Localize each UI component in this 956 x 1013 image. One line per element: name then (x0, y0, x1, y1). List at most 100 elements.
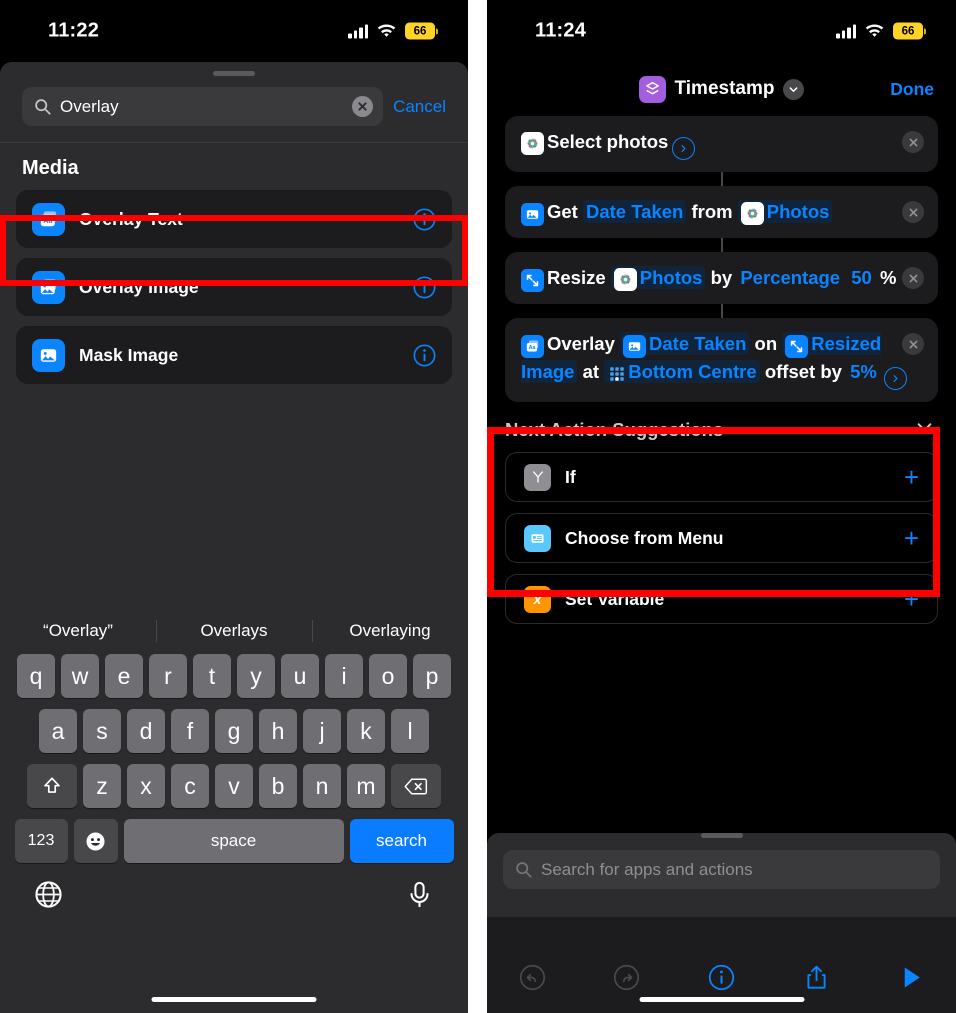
photos-app-icon (740, 202, 764, 225)
suggestion-row-set-variable[interactable]: x Set Variable + (505, 574, 938, 625)
variable-token-date-taken[interactable]: Date Taken (620, 332, 750, 359)
emoji-icon[interactable] (73, 819, 118, 863)
remove-action-icon[interactable] (902, 201, 924, 223)
suggestions-title: Next Action Suggestions (505, 419, 724, 441)
play-icon[interactable] (896, 963, 926, 993)
shift-icon[interactable] (27, 764, 77, 808)
key-e[interactable]: e (105, 654, 143, 698)
sheet-grabber[interactable] (700, 833, 743, 838)
key-m[interactable]: m (347, 764, 385, 808)
microphone-icon[interactable] (405, 880, 434, 914)
action-card-resize-image[interactable]: Resize Photos by Percentage 50 % (505, 252, 938, 305)
suggestion-label: If (565, 466, 576, 487)
home-indicator (151, 997, 317, 1002)
grid-position-icon (607, 365, 626, 384)
key-c[interactable]: c (171, 764, 209, 808)
key-h[interactable]: h (259, 709, 297, 753)
svg-text:Aa: Aa (529, 345, 537, 351)
key-p[interactable]: p (413, 654, 451, 698)
key-a[interactable]: a (39, 709, 77, 753)
key-v[interactable]: v (215, 764, 253, 808)
key-y[interactable]: y (237, 654, 275, 698)
info-icon[interactable] (707, 963, 737, 993)
set-variable-icon: x (524, 585, 551, 613)
add-icon[interactable]: + (904, 525, 919, 551)
result-row-mask-image[interactable]: Mask Image (16, 326, 452, 384)
key-i[interactable]: i (325, 654, 363, 698)
key-z[interactable]: z (83, 764, 121, 808)
cancel-button[interactable]: Cancel (393, 97, 454, 117)
remove-action-icon[interactable] (902, 333, 924, 356)
key-l[interactable]: l (391, 709, 429, 753)
add-icon[interactable]: + (904, 586, 919, 612)
parameter-position-label: Bottom Centre (628, 361, 757, 383)
remove-action-icon[interactable] (902, 267, 924, 290)
key-o[interactable]: o (369, 654, 407, 698)
key-x[interactable]: x (127, 764, 165, 808)
result-label: Overlay Text (79, 208, 183, 229)
backspace-icon[interactable] (391, 764, 441, 808)
search-return-key[interactable]: search (349, 819, 454, 863)
key-d[interactable]: d (127, 709, 165, 753)
action-search-input[interactable]: Search for apps and actions (503, 850, 940, 889)
variable-token-date-taken[interactable]: Date Taken (582, 200, 687, 223)
key-u[interactable]: u (281, 654, 319, 698)
keyboard-bottom-icons (0, 874, 468, 914)
open-action-arrow-icon[interactable] (883, 367, 907, 391)
variable-token-photos[interactable]: Photos (737, 200, 833, 225)
clear-text-icon[interactable] (352, 96, 374, 117)
parameter-position[interactable]: Bottom Centre (604, 360, 760, 384)
key-f[interactable]: f (171, 709, 209, 753)
action-card-get-date-taken[interactable]: Get Date Taken from Photos (505, 186, 938, 239)
key-b[interactable]: b (259, 764, 297, 808)
key-r[interactable]: r (149, 654, 187, 698)
prediction-2[interactable]: Overlaying (312, 621, 468, 641)
chevron-down-icon[interactable] (783, 78, 805, 100)
get-details-icon (521, 203, 544, 226)
key-g[interactable]: g (215, 709, 253, 753)
status-bar-time: 11:22 (48, 19, 100, 42)
done-button[interactable]: Done (890, 79, 934, 100)
photos-app-icon (521, 132, 544, 155)
suggestion-label: Set Variable (565, 588, 665, 609)
add-icon[interactable]: + (904, 464, 919, 490)
share-icon[interactable] (801, 963, 831, 993)
wifi-icon (865, 24, 884, 38)
space-key[interactable]: space (123, 819, 344, 863)
key-j[interactable]: j (303, 709, 341, 753)
chevron-down-icon[interactable] (915, 418, 934, 442)
action-card-overlay-text[interactable]: Aa Overlay Date Taken on Resized Image a… (505, 318, 938, 403)
prediction-0[interactable]: “Overlay” (0, 621, 156, 641)
search-input[interactable]: Overlay (22, 87, 384, 126)
battery-level: 66 (893, 22, 923, 40)
key-n[interactable]: n (303, 764, 341, 808)
info-icon[interactable] (413, 208, 436, 231)
parameter-offset[interactable]: 5% (847, 360, 880, 383)
result-row-overlay-text[interactable]: Aa Overlay Text (16, 190, 452, 248)
key-s[interactable]: s (83, 709, 121, 753)
action-text: Overlay (547, 333, 615, 355)
key-q[interactable]: q (17, 654, 55, 698)
key-k[interactable]: k (347, 709, 385, 753)
suggestion-row-choose-from-menu[interactable]: Choose from Menu + (505, 513, 938, 564)
remove-action-icon[interactable] (902, 131, 924, 153)
result-row-overlay-image[interactable]: Overlay Image (16, 258, 452, 316)
open-action-arrow-icon[interactable] (672, 137, 696, 160)
info-icon[interactable] (413, 276, 436, 299)
suggestion-row-if[interactable]: If + (505, 452, 938, 503)
parameter-percentage[interactable]: Percentage (737, 266, 843, 289)
variable-token-photos[interactable]: Photos (610, 266, 706, 292)
next-action-suggestions-header[interactable]: Next Action Suggestions (487, 402, 956, 452)
redo-icon[interactable] (612, 963, 642, 993)
navigation-bar: Timestamp Done (487, 62, 956, 116)
parameter-value-50[interactable]: 50 (848, 266, 875, 289)
globe-icon[interactable] (34, 880, 63, 914)
prediction-1[interactable]: Overlays (156, 621, 312, 641)
undo-icon[interactable] (517, 963, 547, 993)
action-card-select-photos[interactable]: Select photos (505, 116, 938, 172)
search-icon (35, 99, 51, 115)
info-icon[interactable] (413, 344, 436, 367)
key-w[interactable]: w (61, 654, 99, 698)
key-t[interactable]: t (193, 654, 231, 698)
numbers-key[interactable]: 123 (14, 819, 68, 863)
